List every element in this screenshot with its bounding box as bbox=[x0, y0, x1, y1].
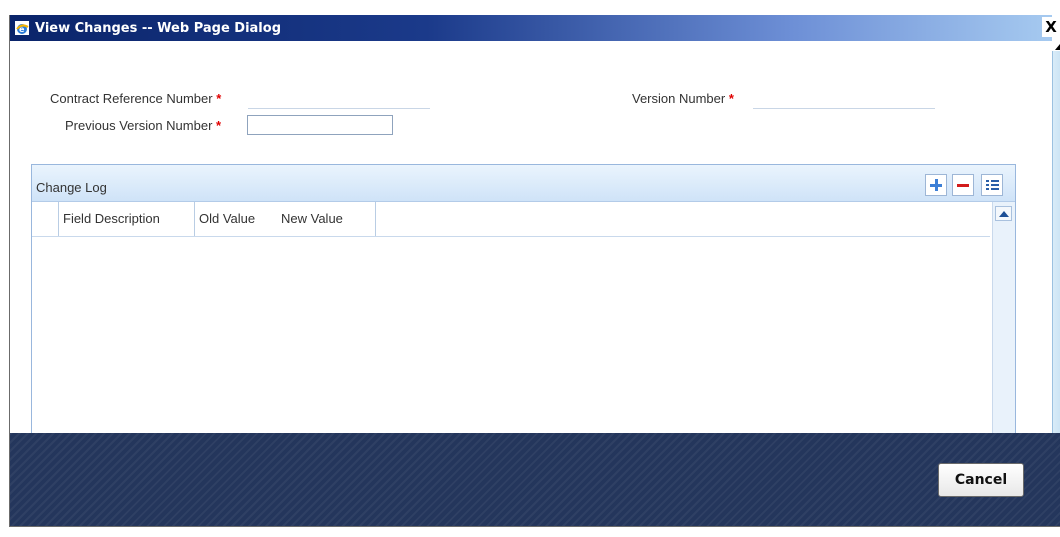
delete-row-button[interactable] bbox=[952, 174, 974, 196]
dialog-footer: Cancel bbox=[10, 433, 1060, 526]
title-bar: e View Changes -- Web Page Dialog bbox=[10, 15, 1052, 41]
change-log-header: Change Log bbox=[32, 165, 1015, 202]
grid-scrollbar[interactable] bbox=[992, 202, 1015, 455]
svg-text:e: e bbox=[19, 25, 25, 34]
add-row-button[interactable] bbox=[925, 174, 947, 196]
column-field-description[interactable]: Field Description bbox=[60, 202, 195, 236]
version-number-label: Version Number * bbox=[632, 91, 734, 106]
scroll-track[interactable] bbox=[1052, 51, 1060, 439]
grid-scroll-up-icon[interactable] bbox=[995, 206, 1012, 221]
cancel-button[interactable]: Cancel bbox=[938, 463, 1024, 497]
contract-ref-label: Contract Reference Number * bbox=[50, 91, 222, 106]
contract-ref-field[interactable] bbox=[248, 90, 430, 109]
change-log-grid: Change Log Field Description Old Value N… bbox=[31, 164, 1016, 456]
checkbox-column bbox=[32, 202, 59, 236]
view-rows-button[interactable] bbox=[981, 174, 1003, 196]
column-new-value[interactable]: New Value bbox=[277, 202, 376, 236]
scroll-up-icon[interactable] bbox=[1055, 44, 1060, 50]
required-marker: * bbox=[216, 118, 222, 133]
ie-page-icon: e bbox=[15, 21, 29, 35]
dialog-window: e View Changes -- Web Page Dialog Contra… bbox=[9, 15, 1060, 527]
column-old-value[interactable]: Old Value bbox=[195, 202, 278, 236]
required-marker: * bbox=[216, 91, 222, 106]
window-title: View Changes -- Web Page Dialog bbox=[35, 21, 282, 36]
prev-version-label: Previous Version Number * bbox=[65, 118, 222, 133]
prev-version-field[interactable] bbox=[247, 115, 393, 135]
required-marker: * bbox=[728, 91, 734, 106]
version-number-field[interactable] bbox=[753, 90, 935, 109]
close-icon[interactable]: X bbox=[1042, 17, 1060, 37]
window-scrollbar[interactable] bbox=[1052, 41, 1060, 459]
change-log-title: Change Log bbox=[36, 180, 107, 195]
